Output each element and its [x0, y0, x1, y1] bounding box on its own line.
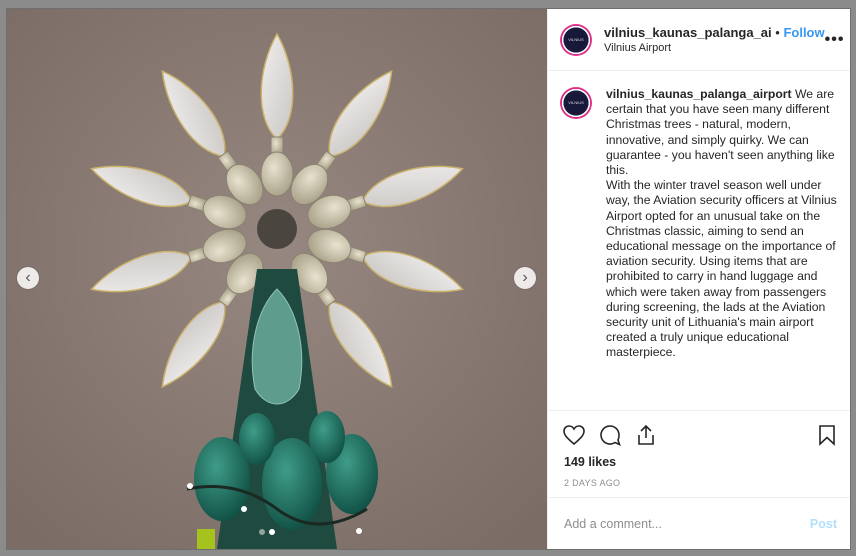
bookmark-icon[interactable]	[815, 423, 839, 447]
header-line: vilnius_kaunas_palanga_ai • Follow	[604, 25, 825, 40]
action-bar	[562, 422, 839, 448]
post-side-panel: VILNIUS AIRPORT vilnius_kaunas_palanga_a…	[547, 9, 850, 549]
chevron-left-icon: ‹	[25, 269, 31, 286]
carousel-dot-active	[269, 529, 275, 535]
caption: vilnius_kaunas_palanga_airport We are ce…	[606, 87, 839, 410]
heart-icon[interactable]	[562, 423, 586, 447]
username-link[interactable]: vilnius_kaunas_palanga_ai	[604, 25, 772, 40]
header-text: vilnius_kaunas_palanga_ai • Follow Vilni…	[604, 25, 825, 54]
post-timestamp: 2 DAYS AGO	[564, 478, 621, 488]
carousel-dot	[259, 529, 265, 535]
avatar[interactable]: VILNIUS AIRPORT	[560, 23, 592, 56]
carousel-indicator	[259, 529, 275, 535]
caption-username-link[interactable]: vilnius_kaunas_palanga_airport	[606, 87, 792, 101]
likes-count[interactable]: 149 likes	[564, 455, 616, 469]
avatar-logo-text: VILNIUS AIRPORT	[566, 93, 586, 113]
follow-button[interactable]: Follow	[783, 25, 824, 40]
post-header: VILNIUS AIRPORT vilnius_kaunas_palanga_a…	[548, 9, 850, 71]
comment-icon[interactable]	[598, 423, 622, 447]
post-image[interactable]: ‹ ›	[7, 9, 547, 549]
separator-dot: •	[775, 25, 780, 40]
share-icon[interactable]	[634, 423, 658, 447]
chevron-right-icon: ›	[522, 269, 528, 286]
christmas-tree-topper-photo	[7, 9, 547, 549]
caption-avatar[interactable]: VILNIUS AIRPORT	[560, 87, 592, 119]
caption-body-2: With the winter travel season well under…	[606, 178, 837, 360]
comment-bar: Post	[548, 497, 850, 549]
post-dialog: ‹ › VILNIUS AIRPORT vilnius_kaunas_palan…	[6, 8, 851, 550]
caption-section: VILNIUS AIRPORT vilnius_kaunas_palanga_a…	[548, 71, 850, 411]
comment-input[interactable]	[562, 515, 810, 532]
location-link[interactable]: Vilnius Airport	[604, 42, 825, 54]
more-options-icon[interactable]: •••	[825, 31, 845, 49]
avatar-logo-text: VILNIUS AIRPORT	[566, 29, 586, 50]
next-slide-button[interactable]: ›	[514, 267, 536, 289]
post-comment-button[interactable]: Post	[810, 517, 837, 531]
previous-slide-button[interactable]: ‹	[17, 267, 39, 289]
